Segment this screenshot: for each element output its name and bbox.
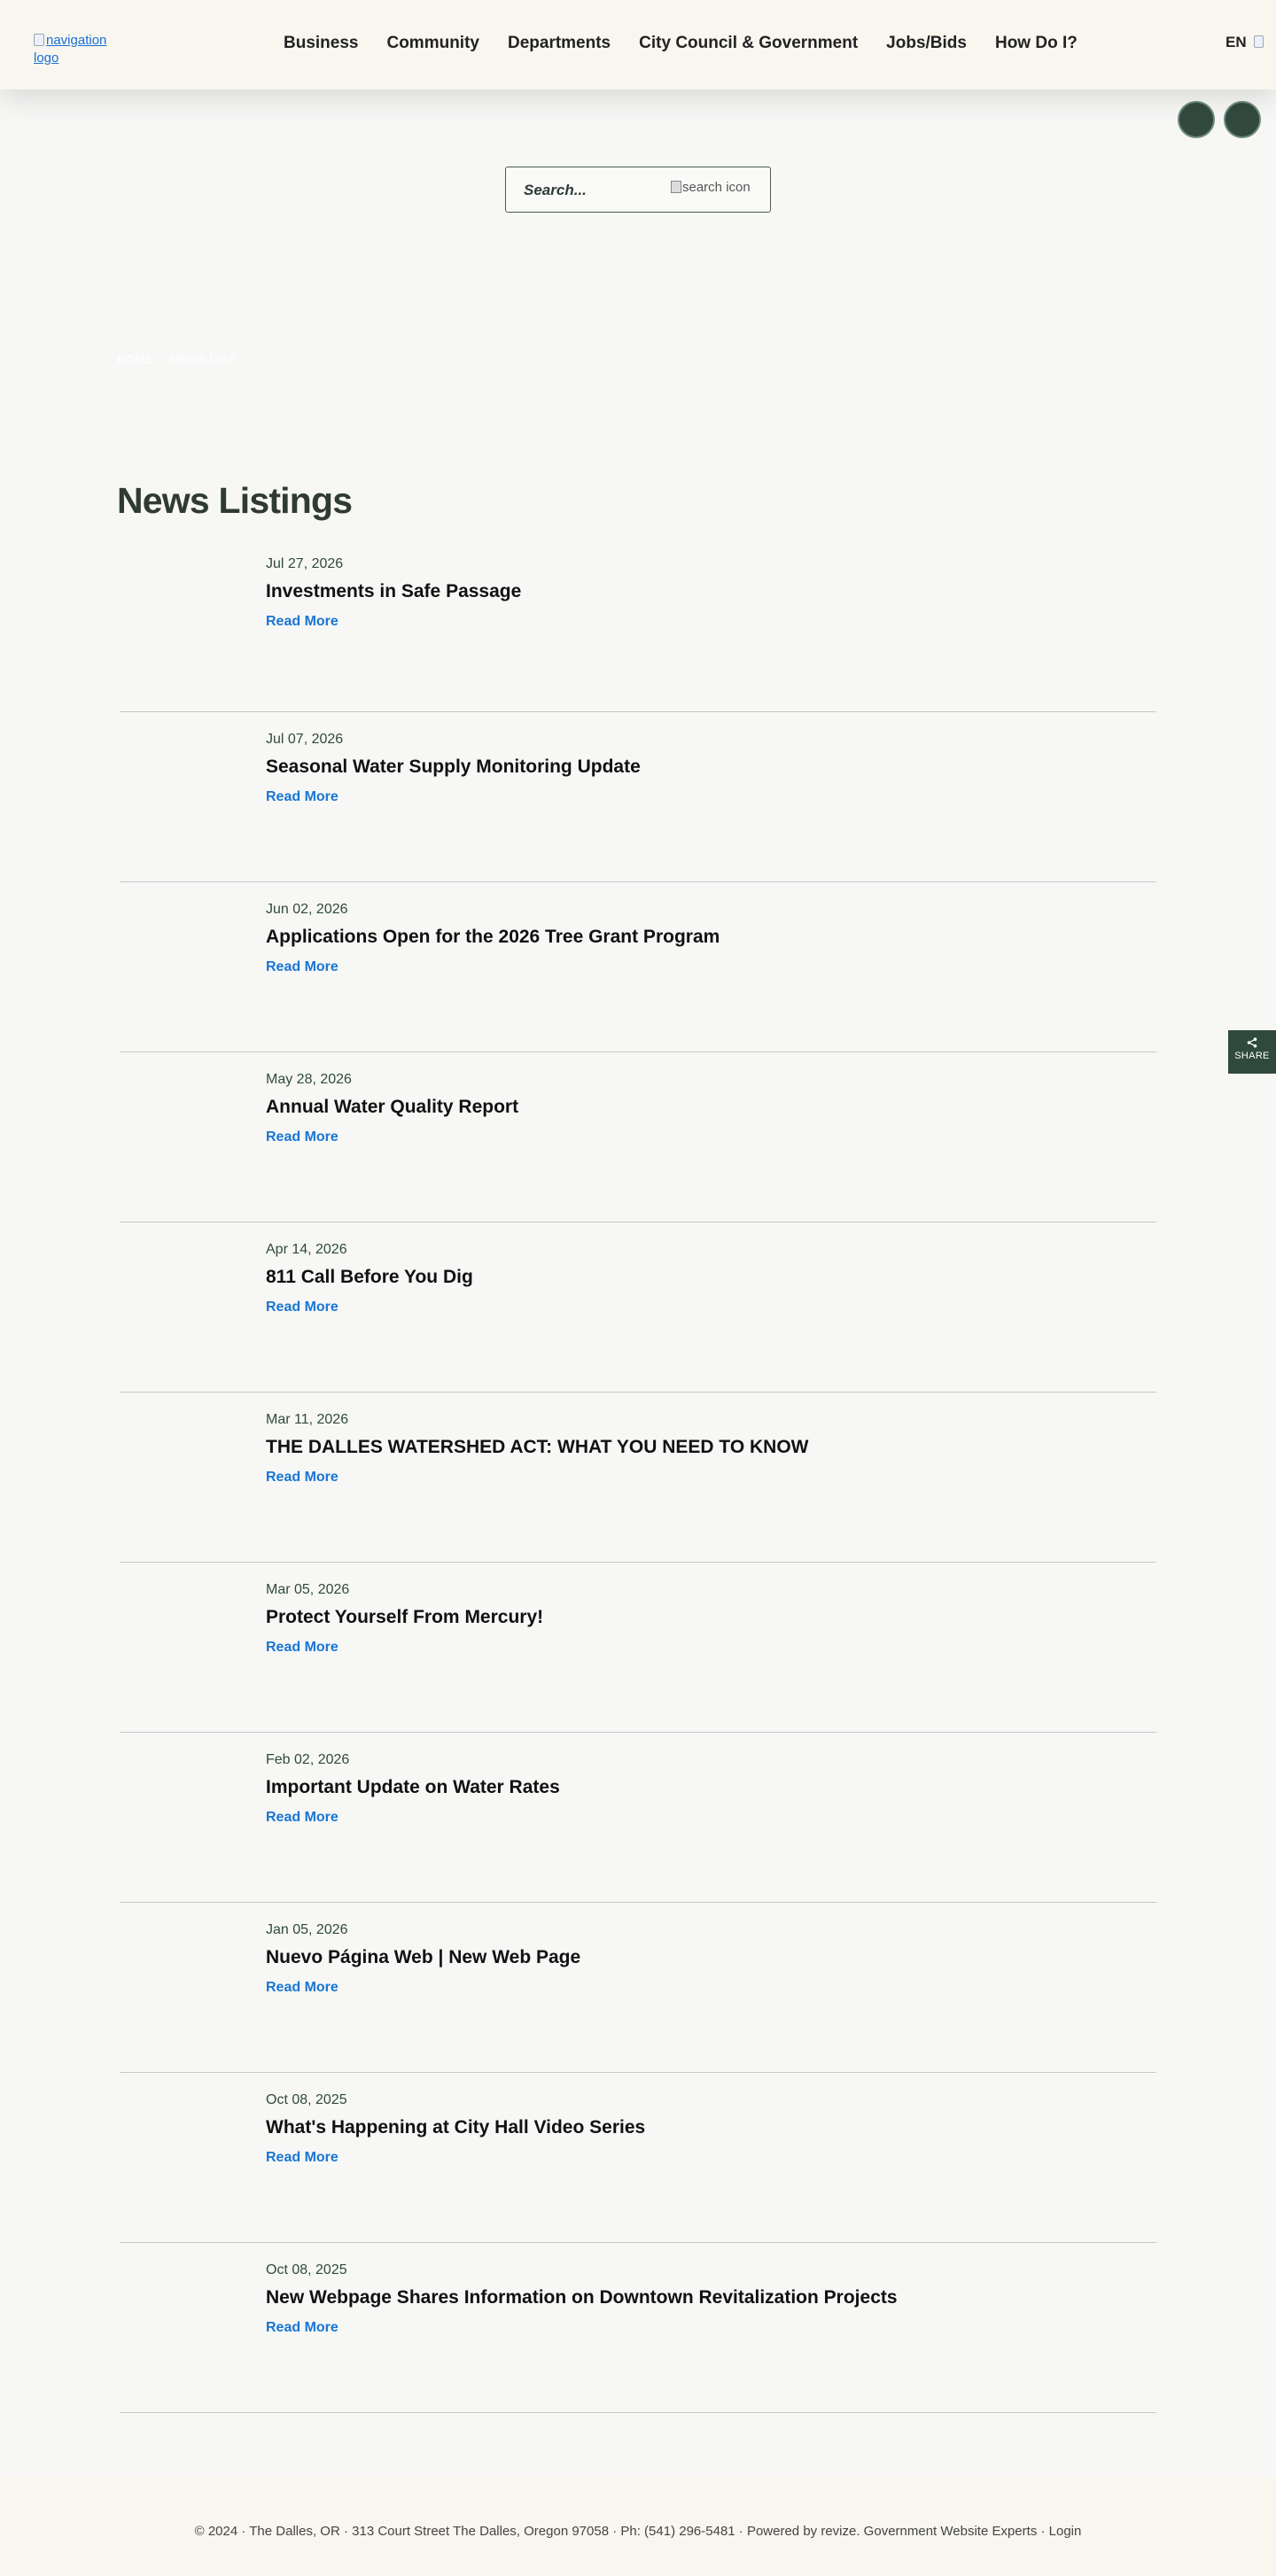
news-date: Apr 14, 2026 xyxy=(266,1242,347,1257)
news-item: Mar 05, 2026 Protect Yourself From Mercu… xyxy=(120,1563,1156,1733)
news-title[interactable]: New Webpage Shares Information on Downto… xyxy=(266,2287,898,2308)
news-item: Apr 14, 2026 811 Call Before You Dig Rea… xyxy=(120,1222,1156,1393)
breadcrumb-home[interactable]: HOME xyxy=(117,353,153,366)
news-item: May 28, 2026 Annual Water Quality Report… xyxy=(120,1052,1156,1222)
search-form: search icon xyxy=(505,167,771,213)
logo-alt-text: navigation logo xyxy=(34,33,107,66)
news-item: Jul 27, 2026 Investments in Safe Passage… xyxy=(120,542,1156,712)
read-more-link[interactable]: Read More xyxy=(266,1810,338,1826)
share-icon xyxy=(1228,1036,1276,1051)
share-button[interactable]: SHARE xyxy=(1228,1030,1276,1074)
search-icon[interactable]: search icon xyxy=(671,180,751,195)
language-selector[interactable]: EN xyxy=(1225,34,1247,51)
nav-city-council-government[interactable]: City Council & Government xyxy=(639,34,858,53)
page-title: News Listings xyxy=(117,480,353,521)
news-date: Jun 02, 2026 xyxy=(266,902,348,917)
news-date: Mar 11, 2026 xyxy=(266,1412,349,1427)
read-more-link[interactable]: Read More xyxy=(266,1300,338,1315)
news-date: Oct 08, 2025 xyxy=(266,2092,347,2107)
search-icon-alt-text: search icon xyxy=(682,180,751,195)
read-more-link[interactable]: Read More xyxy=(266,789,338,805)
news-list: Jul 27, 2026 Investments in Safe Passage… xyxy=(120,542,1156,2413)
nav-business[interactable]: Business xyxy=(284,34,358,53)
news-title[interactable]: THE DALLES WATERSHED ACT: WHAT YOU NEED … xyxy=(266,1437,809,1458)
site-footer: © 2024 · The Dalles, OR · 313 Court Stre… xyxy=(0,2476,1276,2576)
broken-image-icon xyxy=(34,34,44,46)
news-date: Jul 27, 2026 xyxy=(266,556,344,571)
news-title[interactable]: Important Update on Water Rates xyxy=(266,1777,560,1798)
read-more-link[interactable]: Read More xyxy=(266,1980,338,1996)
news-item: Mar 11, 2026 THE DALLES WATERSHED ACT: W… xyxy=(120,1393,1156,1563)
read-more-link[interactable]: Read More xyxy=(266,2320,338,2336)
footer-text: © 2024 · The Dalles, OR · 313 Court Stre… xyxy=(194,2524,1082,2539)
news-item: Jan 05, 2026 Nuevo Página Web | New Web … xyxy=(120,1903,1156,2073)
news-item: Jun 02, 2026 Applications Open for the 2… xyxy=(120,882,1156,1052)
breadcrumb-current: NEWS LIST xyxy=(169,353,237,366)
nav-departments[interactable]: Departments xyxy=(508,34,611,53)
news-title[interactable]: Protect Yourself From Mercury! xyxy=(266,1607,543,1628)
news-date: Mar 05, 2026 xyxy=(266,1582,350,1597)
news-date: Feb 02, 2026 xyxy=(266,1752,350,1767)
news-item: Oct 08, 2025 What's Happening at City Ha… xyxy=(120,2073,1156,2243)
language-flag-icon[interactable] xyxy=(1254,35,1264,48)
site-header: navigation logo Business Community Depar… xyxy=(0,0,1276,89)
news-title[interactable]: Nuevo Página Web | New Web Page xyxy=(266,1947,580,1968)
news-item: Oct 08, 2025 New Webpage Shares Informat… xyxy=(120,2243,1156,2413)
read-more-link[interactable]: Read More xyxy=(266,614,338,630)
nav-jobs-bids[interactable]: Jobs/Bids xyxy=(886,34,967,53)
news-title[interactable]: Annual Water Quality Report xyxy=(266,1097,518,1118)
broken-image-icon xyxy=(671,181,681,193)
read-more-link[interactable]: Read More xyxy=(266,1129,338,1145)
nav-community[interactable]: Community xyxy=(386,34,479,53)
news-date: Jan 05, 2026 xyxy=(266,1922,348,1937)
search-input[interactable] xyxy=(524,180,665,201)
social-icon-1[interactable] xyxy=(1178,101,1215,138)
social-icon-2[interactable] xyxy=(1224,101,1261,138)
social-links xyxy=(1178,101,1261,138)
news-title[interactable]: What's Happening at City Hall Video Seri… xyxy=(266,2117,645,2138)
nav-how-do-i[interactable]: How Do I? xyxy=(995,34,1078,53)
news-date: May 28, 2026 xyxy=(266,1072,352,1087)
news-date: Oct 08, 2025 xyxy=(266,2262,347,2277)
breadcrumb: HOME NEWS LIST xyxy=(117,353,248,366)
news-item: Jul 07, 2026 Seasonal Water Supply Monit… xyxy=(120,712,1156,882)
news-title[interactable]: Applications Open for the 2026 Tree Gran… xyxy=(266,927,720,948)
news-item: Feb 02, 2026 Important Update on Water R… xyxy=(120,1733,1156,1903)
news-date: Jul 07, 2026 xyxy=(266,732,344,747)
main-nav: Business Community Departments City Coun… xyxy=(284,34,1106,53)
read-more-link[interactable]: Read More xyxy=(266,1470,338,1486)
read-more-link[interactable]: Read More xyxy=(266,959,338,975)
news-title[interactable]: Seasonal Water Supply Monitoring Update xyxy=(266,757,641,778)
read-more-link[interactable]: Read More xyxy=(266,1640,338,1656)
read-more-link[interactable]: Read More xyxy=(266,2150,338,2166)
navigation-logo[interactable]: navigation logo xyxy=(34,32,131,67)
news-title[interactable]: 811 Call Before You Dig xyxy=(266,1267,473,1288)
news-title[interactable]: Investments in Safe Passage xyxy=(266,581,521,602)
share-label: SHARE xyxy=(1234,1051,1270,1061)
